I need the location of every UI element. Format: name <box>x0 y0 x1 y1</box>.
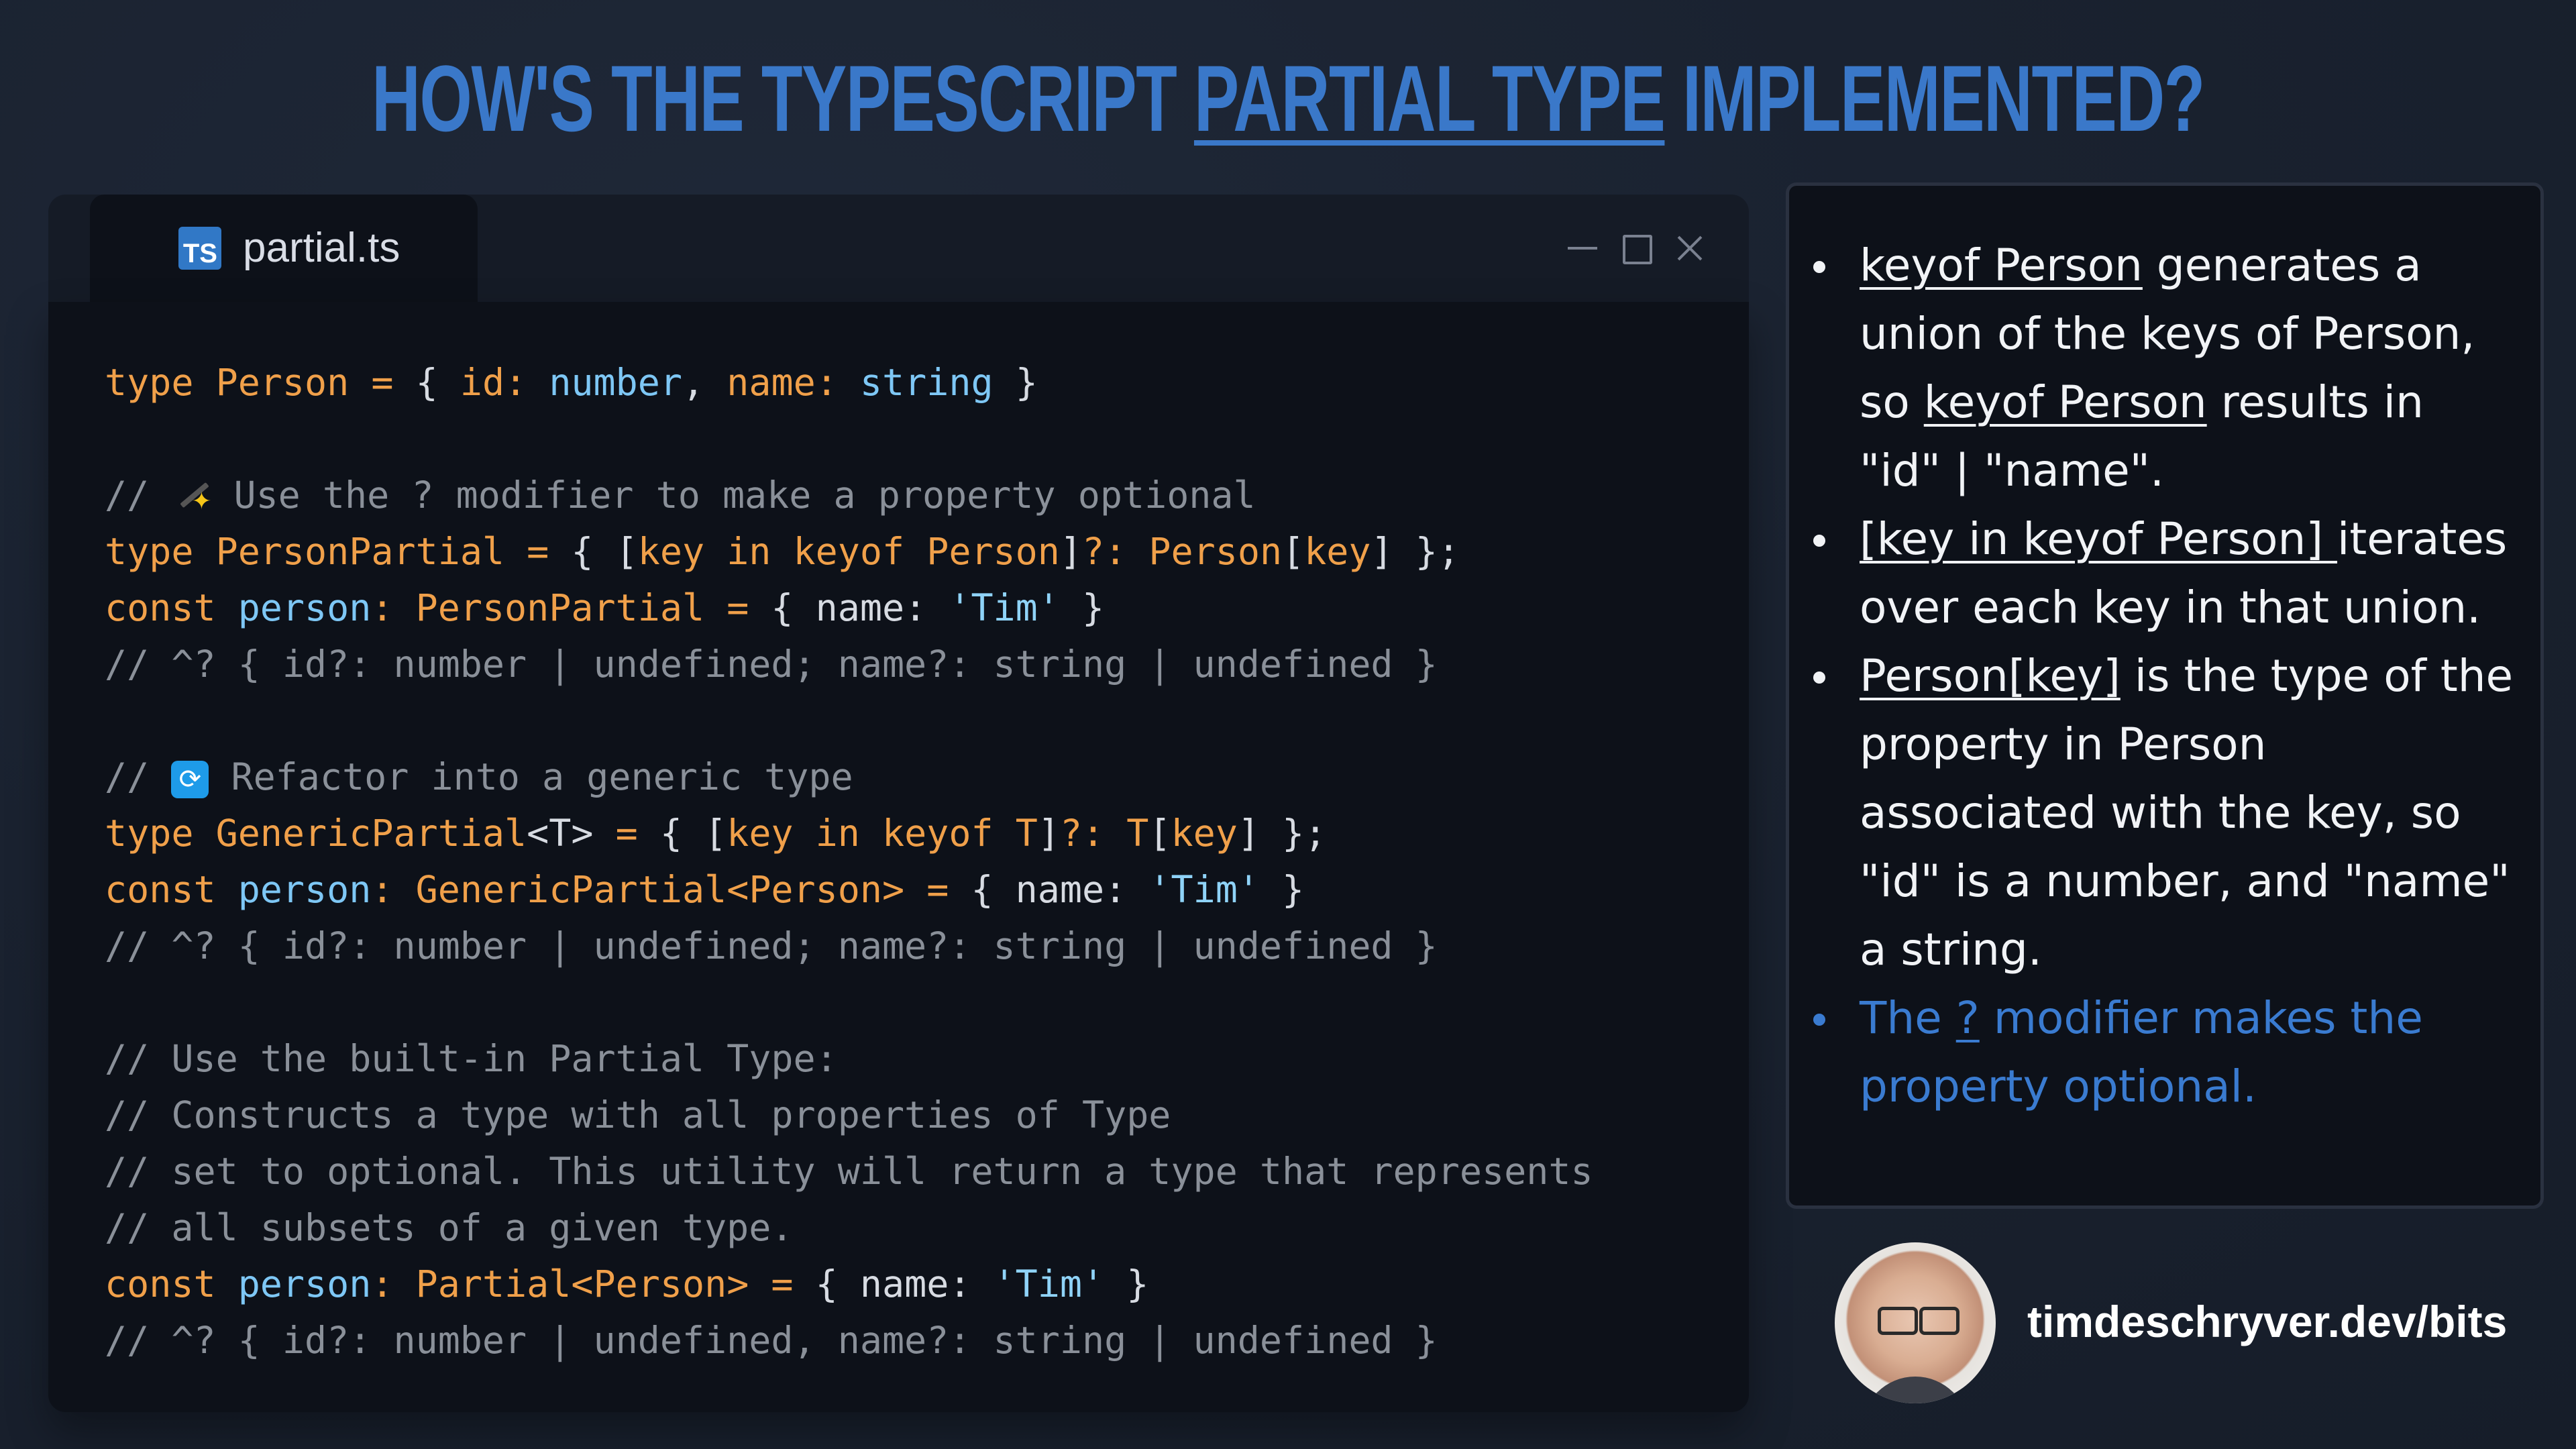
code-line-5: const person: PersonPartial = { name: 'T… <box>105 586 1105 629</box>
minimize-icon[interactable] <box>1565 231 1600 266</box>
typescript-file-icon: TS <box>178 227 221 270</box>
tab-partial-ts[interactable]: TS partial.ts <box>90 195 478 302</box>
editor-tab-bar: TS partial.ts <box>48 195 1749 302</box>
magic-wand-icon <box>171 474 211 530</box>
code-line-17: const person: Partial<Person> = { name: … <box>105 1263 1149 1305</box>
code-editor-window: TS partial.ts type Person = { id: number… <box>48 195 1749 1412</box>
code-line-10: const person: GenericPartial<Person> = {… <box>105 868 1305 911</box>
author-handle-link[interactable]: timdeschryver.dev/bits <box>2027 1295 2507 1348</box>
glasses-icon <box>1878 1307 1918 1335</box>
code-lines: type Person = { id: number, name: string… <box>105 354 1593 1368</box>
explanation-item-optional-modifier: The ? modifier makes the property option… <box>1789 984 2514 1121</box>
avatar <box>1835 1242 1996 1403</box>
code-line-14: // Constructs a type with all properties… <box>105 1093 1171 1136</box>
title-part-3: implemented? <box>1664 46 2205 151</box>
code-line-11: // ^? { id?: number | undefined; name?: … <box>105 924 1438 967</box>
code-line-13: // Use the built-in Partial Type: <box>105 1037 838 1080</box>
code-line-6: // ^? { id?: number | undefined; name?: … <box>105 643 1438 686</box>
page-title: How's the TypeScript Partial type implem… <box>361 42 2216 156</box>
code-line-4: type PersonPartial = { [key in keyof Per… <box>105 530 1460 573</box>
explanation-item-key-in: [key in keyof Person] iterates over each… <box>1789 505 2514 642</box>
code-line-3: // Use the ? modifier to make a property… <box>105 467 1593 530</box>
code-line-1: type Person = { id: number, name: string… <box>105 361 1038 404</box>
window-controls <box>1565 221 1707 275</box>
code-line-15: // set to optional. This utility will re… <box>105 1150 1593 1193</box>
code-area[interactable]: type Person = { id: number, name: string… <box>48 302 1749 1412</box>
maximize-icon[interactable] <box>1619 231 1654 266</box>
code-line-8: // ⟳ Refactor into a generic type <box>105 755 853 798</box>
explanation-panel: keyof Person generates a union of the ke… <box>1786 182 2544 1209</box>
code-line-18: // ^? { id?: number | undefined, name?: … <box>105 1319 1438 1362</box>
code-line-16: // all subsets of a given type. <box>105 1206 794 1249</box>
close-icon[interactable] <box>1672 231 1707 266</box>
explanation-list: keyof Person generates a union of the ke… <box>1789 231 2514 1121</box>
explanation-item-keyof: keyof Person generates a union of the ke… <box>1789 231 2514 505</box>
tab-label: partial.ts <box>243 225 400 271</box>
title-part-2-underlined: Partial type <box>1193 46 1666 151</box>
repeat-icon: ⟳ <box>171 760 209 798</box>
title-part-1: How's the TypeScript <box>372 46 1194 151</box>
code-line-9: type GenericPartial<T> = { [key in keyof… <box>105 812 1327 855</box>
explanation-item-indexed-access: Person[key] is the type of the property … <box>1789 642 2514 984</box>
